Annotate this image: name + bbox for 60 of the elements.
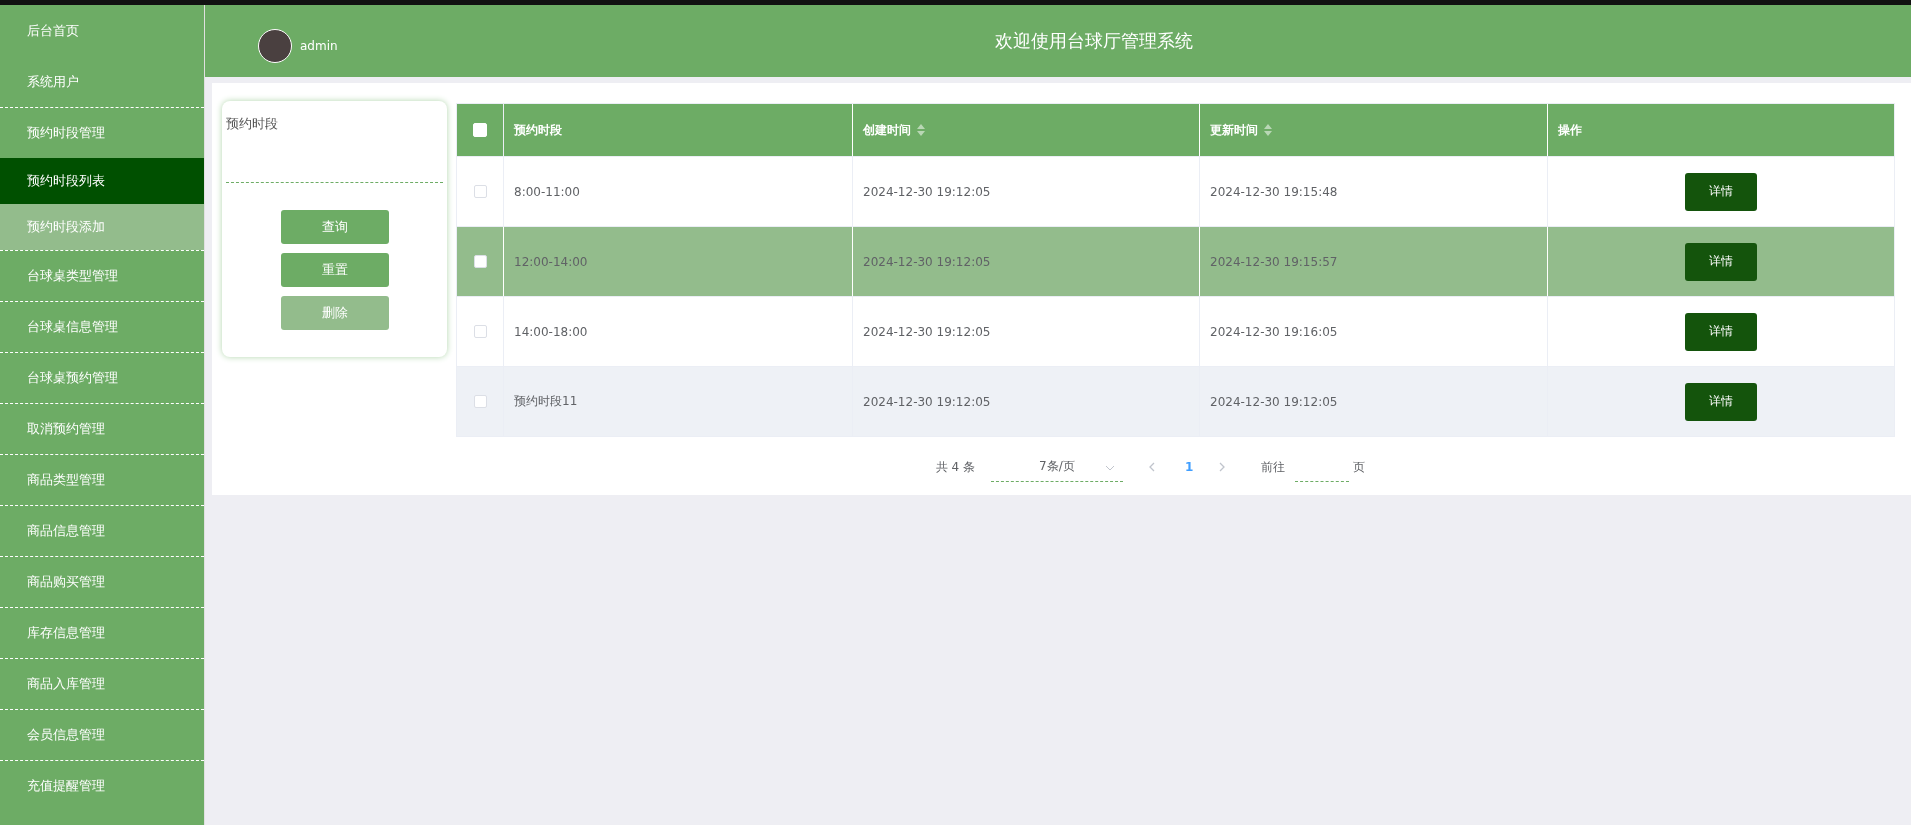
table-cell: 2024-12-30 19:12:05	[863, 394, 991, 409]
page-suffix: 页	[1353, 458, 1366, 476]
table-cell: 2024-12-30 19:12:05	[863, 324, 991, 339]
menu-item[interactable]: 后台首页	[0, 5, 204, 56]
column-header: 创建时间	[863, 121, 911, 139]
select-all-checkbox[interactable]	[473, 123, 487, 137]
menu-item[interactable]: 商品类型管理	[0, 454, 204, 505]
menu-item[interactable]: 台球桌类型管理	[0, 250, 204, 301]
detail-button[interactable]: 详情	[1685, 242, 1757, 281]
search-button[interactable]: 查询	[280, 210, 389, 244]
menu-item[interactable]: 系统用户	[0, 56, 204, 107]
column-header: 预约时段	[514, 121, 562, 139]
menu-item[interactable]: 会员信息管理	[0, 709, 204, 760]
table-cell: 2024-12-30 19:12:05	[1210, 394, 1338, 409]
chevron-down-icon	[1104, 464, 1115, 471]
column-header: 操作	[1558, 121, 1582, 139]
table-row[interactable]: 预约时段11 2024-12-30 19:12:05 2024-12-30 19:12:05 详情	[457, 366, 1894, 436]
table-row[interactable]: 14:00-18:00 2024-12-30 19:12:05 2024-12-30 19:16:05 详情	[457, 296, 1894, 366]
table-cell: 2024-12-30 19:15:57	[1210, 254, 1338, 269]
submenu-item[interactable]: 预约时段列表	[0, 158, 204, 204]
menu-item[interactable]: 商品入库管理	[0, 658, 204, 709]
menu-item[interactable]: 商品信息管理	[0, 505, 204, 556]
column-header: 更新时间	[1210, 121, 1258, 139]
menu-item[interactable]: 库存信息管理	[0, 607, 204, 658]
detail-button[interactable]: 详情	[1685, 312, 1757, 351]
submenu-item[interactable]: 预约时段添加	[0, 204, 204, 250]
sort-icon[interactable]	[917, 124, 925, 136]
field-label: 预约时段	[226, 115, 279, 133]
row-checkbox[interactable]	[473, 185, 487, 198]
table-cell: 2024-12-30 19:12:05	[863, 254, 991, 269]
menu-item[interactable]: 台球桌信息管理	[0, 301, 204, 352]
table-cell: 14:00-18:00	[514, 324, 588, 339]
menu-item[interactable]: 取消预约管理	[0, 403, 204, 454]
total-count: 共 4 条	[935, 458, 975, 476]
menu-item[interactable]: 充值提醒管理	[0, 760, 204, 811]
goto-label: 前往	[1261, 458, 1286, 476]
row-checkbox[interactable]	[473, 325, 487, 338]
table-row[interactable]: 12:00-14:00 2024-12-30 19:12:05 2024-12-30 19:15:57 详情	[457, 226, 1894, 296]
table-row[interactable]: 8:00-11:00 2024-12-30 19:12:05 2024-12-30 19:15:48 详情	[457, 156, 1894, 226]
page-number[interactable]: 1	[1184, 460, 1194, 474]
page-title: 欢迎使用台球厅管理系统	[994, 29, 1195, 53]
row-checkbox[interactable]	[473, 395, 487, 408]
avatar-icon[interactable]	[258, 29, 292, 63]
table-cell: 8:00-11:00	[514, 184, 580, 199]
detail-button[interactable]: 详情	[1685, 172, 1757, 211]
table-cell: 2024-12-30 19:12:05	[863, 184, 991, 199]
menu-item[interactable]: 商品购买管理	[0, 556, 204, 607]
menu-item[interactable]: 台球桌预约管理	[0, 352, 204, 403]
previous-page-icon[interactable]	[1148, 462, 1155, 472]
table-cell: 2024-12-30 19:16:05	[1210, 324, 1338, 339]
detail-button[interactable]: 详情	[1685, 382, 1757, 421]
search-button[interactable]: 重置	[280, 253, 389, 287]
table-cell: 预约时段11	[514, 393, 578, 410]
username: admin	[300, 39, 338, 53]
table-cell: 2024-12-30 19:15:48	[1210, 184, 1338, 199]
next-page-icon[interactable]	[1219, 462, 1226, 472]
sort-icon[interactable]	[1264, 124, 1272, 136]
page-size-select[interactable]: 7条/页	[990, 452, 1123, 482]
row-checkbox[interactable]	[473, 255, 487, 268]
table-cell: 12:00-14:00	[514, 254, 588, 269]
